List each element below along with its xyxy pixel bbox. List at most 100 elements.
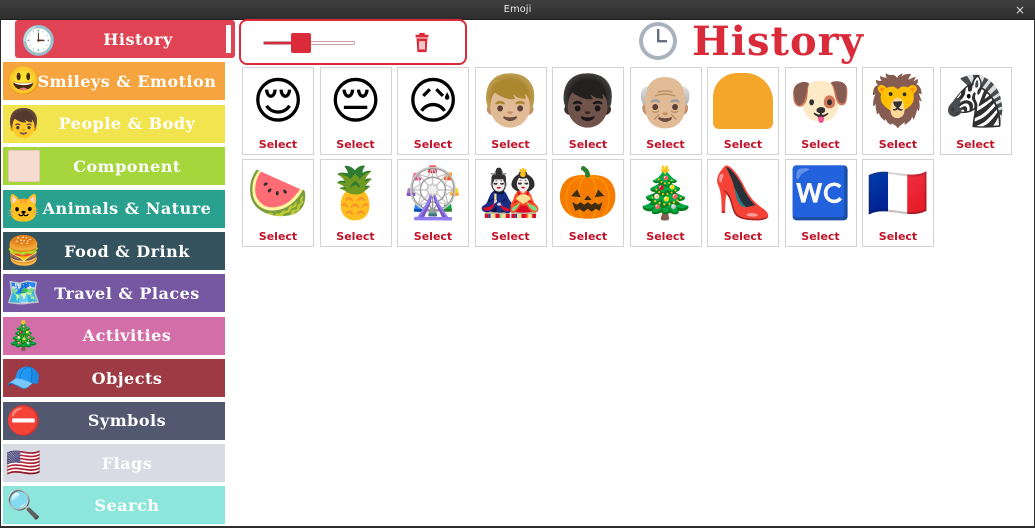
select-label[interactable]: Select	[786, 138, 856, 151]
select-label[interactable]: Select	[708, 230, 778, 243]
select-label[interactable]: Select	[863, 230, 933, 243]
select-label[interactable]: Select	[321, 230, 391, 243]
sidebar-item-label: Flags	[101, 453, 153, 473]
lion-face-icon: 🦁	[866, 72, 930, 130]
sidebar-item-food-drink[interactable]: 🍔 Food & Drink	[3, 232, 225, 270]
emoji-tile-christmas-tree[interactable]: 🎄 Select	[629, 159, 702, 247]
clock-icon	[639, 22, 677, 60]
select-label[interactable]: Select	[476, 138, 546, 151]
emoji-tile-old-man-light-skin[interactable]: 👴🏼 Select	[629, 67, 702, 155]
pineapple-icon: 🍍	[324, 164, 387, 222]
emoji-tile-flag-france[interactable]: 🇫🇷 Select	[862, 159, 934, 247]
select-label[interactable]: Select	[476, 230, 546, 243]
sidebar-item-label: Search	[94, 495, 160, 515]
us-flag-icon: 🇺🇸	[6, 446, 42, 479]
select-label[interactable]: Select	[243, 230, 313, 243]
christmas-tree-icon: 🎄	[6, 318, 42, 352]
emoji-tile-pineapple[interactable]: 🍍 Select	[319, 159, 392, 247]
japanese-dolls-icon: 🎎	[479, 164, 542, 222]
skin-tone-swatch	[8, 150, 40, 183]
person-icon: 👦	[6, 106, 42, 140]
select-label[interactable]: Select	[321, 138, 391, 151]
sidebar-item-label: Symbols	[87, 411, 167, 431]
select-label[interactable]: Select	[553, 138, 623, 151]
old-man-light-skin-icon: 👴🏼	[634, 72, 697, 130]
pensive-face-icon: 😔	[329, 72, 382, 130]
select-label[interactable]: Select	[941, 138, 1011, 151]
relieved-face-icon: 😌	[251, 72, 305, 130]
sidebar-item-flags[interactable]: 🇺🇸 Flags	[3, 444, 225, 482]
sidebar-item-travel-places[interactable]: 🗺️ Travel & Places	[3, 274, 225, 313]
smiley-icon: 😃	[6, 64, 42, 98]
emoji-tile-zebra[interactable]: 🦓 Select	[939, 67, 1012, 155]
blonde-hair-component-icon	[708, 70, 778, 132]
sad-relieved-face-icon: 😥	[406, 72, 460, 130]
map-icon: 🗺️	[6, 276, 42, 310]
christmas-tree-icon: 🎄	[634, 164, 697, 222]
sidebar-item-label: People & Body	[58, 114, 196, 134]
sidebar-item-component[interactable]: Component	[3, 147, 225, 186]
emoji-tile-sad-relieved-face[interactable]: 😥 Select	[397, 67, 469, 155]
sidebar-item-search[interactable]: 🔍 Search	[3, 486, 225, 525]
flag-france-icon: 🇫🇷	[866, 164, 930, 222]
cap-icon: 🧢	[6, 361, 42, 395]
emoji-tile-relieved-face[interactable]: 😌 Select	[242, 67, 314, 155]
emoji-tile-lion-face[interactable]: 🦁 Select	[862, 67, 934, 155]
sidebar-item-activities[interactable]: 🎄 Activities	[3, 316, 225, 355]
emoji-tile-japanese-dolls[interactable]: 🎎 Select	[474, 159, 547, 247]
size-slider-thumb[interactable]	[291, 33, 311, 53]
trash-icon[interactable]	[411, 32, 433, 54]
clock-icon: 🕒	[21, 24, 57, 57]
high-heeled-shoe-icon: 👠	[711, 164, 775, 222]
page-header: History	[638, 17, 864, 65]
sidebar-item-label: Component	[73, 156, 181, 176]
ferris-wheel-icon: 🎡	[401, 164, 465, 222]
emoji-tile-blonde-hair-component[interactable]: Select	[707, 67, 779, 155]
select-label[interactable]: Select	[786, 230, 856, 243]
boy-dark-skin-icon: 👦🏿	[556, 72, 620, 130]
emoji-tile-water-closet[interactable]: 🚾 Select	[784, 159, 857, 247]
sidebar-item-people-body[interactable]: 👦 People & Body	[3, 104, 225, 143]
emoji-tile-boy-light-skin[interactable]: 👦🏼 Select	[474, 67, 547, 155]
emoji-tile-boy-dark-skin[interactable]: 👦🏿 Select	[552, 67, 624, 155]
select-label[interactable]: Select	[708, 138, 778, 151]
emoji-tile-jack-o-lantern[interactable]: 🎃 Select	[552, 159, 624, 247]
page-title: History	[692, 17, 864, 65]
close-icon[interactable]: ×	[1015, 0, 1025, 20]
emoji-tile-pensive-face[interactable]: 😔 Select	[319, 67, 392, 155]
no-entry-icon: ⛔	[6, 403, 42, 437]
watermelon-icon: 🍉	[246, 164, 310, 222]
sidebar-item-label: History	[103, 29, 173, 49]
water-closet-icon: 🚾	[789, 164, 852, 222]
sidebar-item-symbols[interactable]: ⛔ Symbols	[3, 401, 225, 440]
magnifier-icon: 🔍	[6, 488, 42, 522]
select-label[interactable]: Select	[863, 138, 933, 151]
dog-face-icon: 🐶	[789, 72, 852, 130]
select-label[interactable]: Select	[553, 230, 623, 243]
sidebar-item-label: Travel & Places	[54, 283, 200, 303]
window-titlebar: Emoji ×	[0, 0, 1035, 20]
select-label[interactable]: Select	[398, 138, 468, 151]
sidebar-item-objects[interactable]: 🧢 Objects	[3, 359, 225, 398]
select-label[interactable]: Select	[631, 230, 701, 243]
select-label[interactable]: Select	[243, 138, 313, 151]
burger-icon: 🍔	[6, 234, 42, 267]
sidebar-item-smileys-emotion[interactable]: 😃 Smileys & Emotion	[3, 62, 225, 101]
sidebar-item-label: Animals & Nature	[42, 199, 212, 219]
emoji-tile-high-heeled-shoe[interactable]: 👠 Select	[707, 159, 779, 247]
jack-o-lantern-icon: 🎃	[556, 164, 620, 222]
sidebar-item-label: Activities	[82, 326, 172, 346]
emoji-tile-watermelon[interactable]: 🍉 Select	[242, 159, 314, 247]
emoji-tile-ferris-wheel[interactable]: 🎡 Select	[397, 159, 469, 247]
select-label[interactable]: Select	[398, 230, 468, 243]
sidebar-item-label: Food & Drink	[64, 241, 190, 261]
cat-icon: 🐱	[6, 191, 42, 225]
emoji-tile-dog-face[interactable]: 🐶 Select	[784, 67, 857, 155]
window-title: Emoji	[503, 4, 532, 15]
history-controls	[239, 19, 467, 65]
sidebar-item-animals-nature[interactable]: 🐱 Animals & Nature	[3, 189, 225, 228]
sidebar-item-history[interactable]: 🕒 History	[15, 20, 235, 58]
boy-light-skin-icon: 👦🏼	[479, 72, 542, 130]
sidebar-item-label: Objects	[91, 368, 163, 388]
select-label[interactable]: Select	[631, 138, 701, 151]
